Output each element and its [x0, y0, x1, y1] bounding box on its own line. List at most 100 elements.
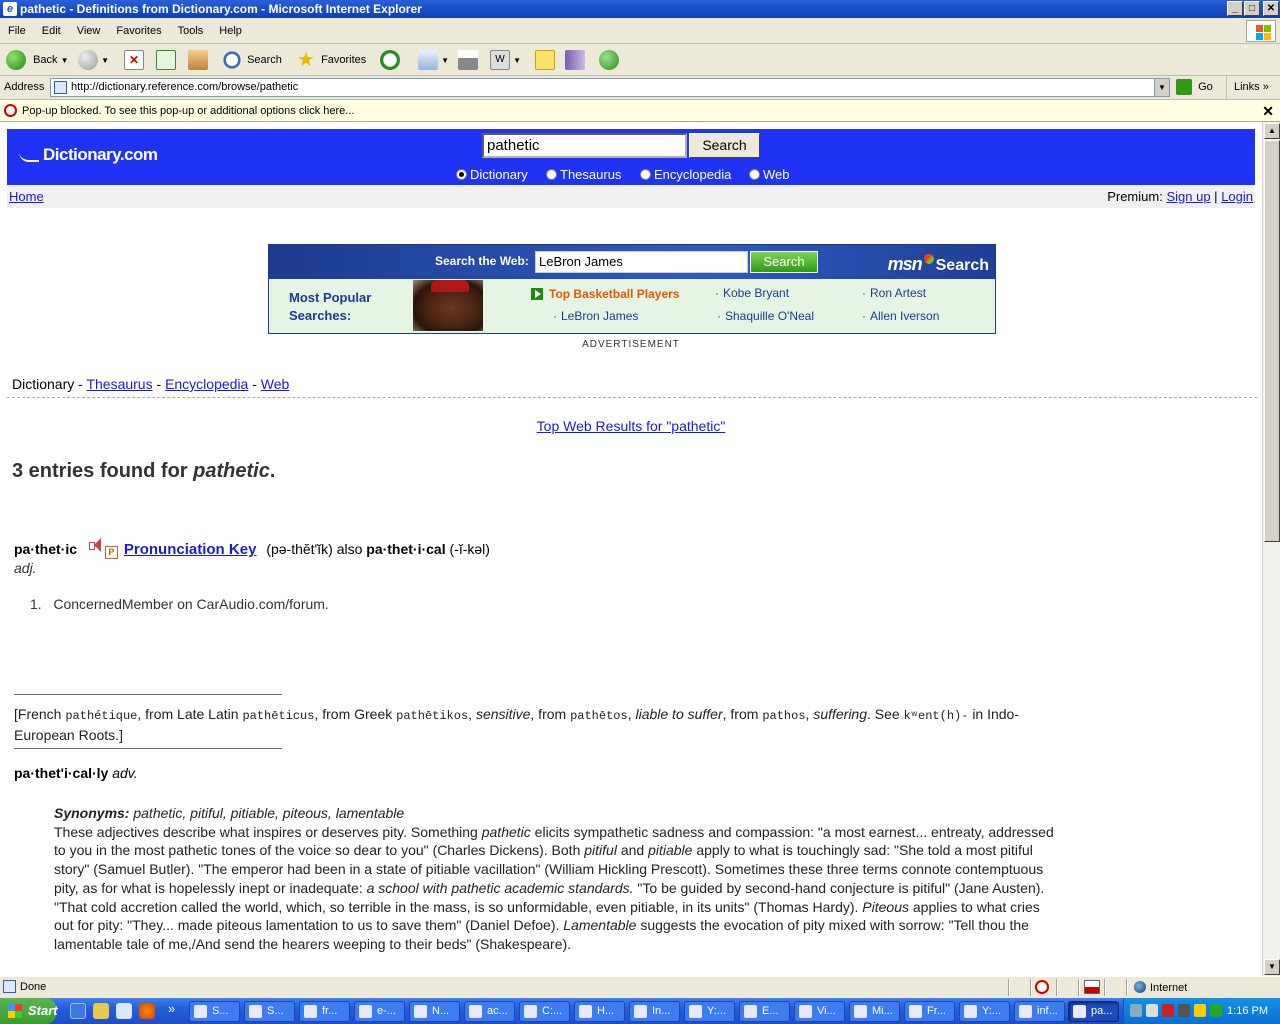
ad-link-artest[interactable]: · Ron Artest [862, 286, 926, 300]
tray-app-icon[interactable] [1146, 1004, 1158, 1017]
taskbar-item[interactable]: ac... [464, 1001, 515, 1022]
menu-edit[interactable]: Edit [34, 18, 69, 44]
taskbar-item[interactable]: S... [244, 1001, 295, 1022]
taskbar-item-active[interactable]: pa... [1068, 1001, 1119, 1022]
security-zone: Internet [1134, 981, 1187, 994]
go-button[interactable]: Go [1176, 79, 1213, 96]
taskbar-item[interactable]: E... [739, 1001, 790, 1022]
source-thesaurus-link[interactable]: Thesaurus [86, 376, 152, 392]
ad-link-shaq[interactable]: · Shaquille O'Neal [717, 309, 814, 323]
scroll-thumb[interactable] [1264, 140, 1280, 542]
radio-thesaurus[interactable]: Thesaurus [546, 167, 621, 182]
menu-view[interactable]: View [69, 18, 109, 44]
refresh-button[interactable] [156, 48, 176, 72]
dictionary-search-input[interactable]: pathetic [482, 133, 687, 158]
taskbar-item[interactable]: Vi... [794, 1001, 845, 1022]
menu-help[interactable]: Help [211, 18, 250, 44]
chevron-down-icon[interactable]: ▼ [513, 56, 521, 65]
taskbar-item[interactable]: Y:... [959, 1001, 1010, 1022]
tray-network-icon[interactable] [1130, 1004, 1142, 1017]
scroll-up-arrow-icon[interactable]: ▲ [1264, 123, 1280, 139]
pronunciation-box-icon[interactable]: P [104, 546, 118, 559]
history-button[interactable] [380, 48, 400, 72]
print-button[interactable] [458, 48, 478, 72]
ad-link-lebron[interactable]: · LeBron James [553, 309, 638, 323]
status-bar: Done Internet [0, 976, 1280, 998]
taskbar-item[interactable]: H... [574, 1001, 625, 1022]
taskbar-item[interactable]: N... [409, 1001, 460, 1022]
ad-search-button[interactable]: Search [750, 251, 818, 273]
menu-tools[interactable]: Tools [170, 18, 212, 44]
taskbar-item[interactable]: S... [189, 1001, 240, 1022]
scroll-down-arrow-icon[interactable]: ▼ [1264, 959, 1280, 975]
player-photo[interactable] [413, 280, 483, 331]
close-button[interactable]: ✕ [1263, 1, 1279, 16]
menu-favorites[interactable]: Favorites [108, 18, 169, 44]
taskbar-item[interactable]: fr... [299, 1001, 350, 1022]
home-link[interactable]: Home [9, 189, 44, 204]
radio-icon [640, 169, 651, 180]
standard-toolbar: Back ▼ ▼ ✕ Search ★ Favorites ▼ W ▼ [0, 44, 1280, 76]
messenger-button[interactable] [599, 48, 619, 72]
quicklaunch-desktop-icon[interactable] [116, 1003, 132, 1019]
taskbar-item[interactable]: inf... [1014, 1001, 1065, 1022]
close-icon[interactable]: ✕ [1262, 100, 1274, 122]
privacy-icon[interactable] [1084, 980, 1100, 994]
stop-button[interactable]: ✕ [124, 48, 144, 72]
taskbar-item[interactable]: Mi... [849, 1001, 900, 1022]
search-button[interactable]: Search [222, 48, 282, 72]
quicklaunch-ie-icon[interactable] [70, 1003, 86, 1019]
signup-link[interactable]: Sign up [1166, 189, 1210, 204]
ad-search-input[interactable]: LeBron James [535, 251, 748, 273]
radio-web[interactable]: Web [749, 167, 790, 182]
root-link[interactable]: kʷent(h)- [904, 709, 969, 723]
taskbar-item[interactable]: Fr... [904, 1001, 955, 1022]
menu-file[interactable]: File [0, 18, 34, 44]
login-link[interactable]: Login [1221, 189, 1253, 204]
taskbar-item[interactable]: Y:... [684, 1001, 735, 1022]
top-web-results-link[interactable]: Top Web Results for "pathetic" [537, 418, 726, 434]
radio-dictionary[interactable]: Dictionary [456, 167, 528, 182]
home-button[interactable] [188, 48, 208, 72]
radio-encyclopedia[interactable]: Encyclopedia [640, 167, 731, 182]
source-web-link[interactable]: Web [261, 376, 290, 392]
dictionary-search-button[interactable]: Search [689, 133, 760, 158]
mail-button[interactable]: ▼ [418, 48, 449, 72]
taskbar-item[interactable]: e-... [354, 1001, 405, 1022]
minimize-button[interactable]: _ [1227, 1, 1243, 16]
chevron-down-icon[interactable]: ▼ [101, 56, 109, 65]
links-toolbar[interactable]: Links » [1234, 81, 1269, 93]
taskbar-item[interactable]: In... [629, 1001, 680, 1022]
favorites-button[interactable]: ★ Favorites [296, 48, 366, 72]
ad-link-kobe[interactable]: · Kobe Bryant [715, 286, 789, 300]
popup-blocked-bar[interactable]: Pop-up blocked. To see this pop-up or ad… [0, 100, 1280, 122]
address-input[interactable]: http://dictionary.reference.com/browse/p… [50, 78, 1170, 97]
edit-button[interactable]: W ▼ [490, 48, 521, 72]
chevron-down-icon[interactable]: ▼ [1154, 79, 1169, 96]
forward-button[interactable]: ▼ [78, 48, 109, 72]
quicklaunch-app-icon[interactable] [93, 1003, 109, 1019]
tray-device-icon[interactable] [1178, 1004, 1190, 1017]
quicklaunch-more[interactable]: » [168, 1001, 175, 1016]
discuss-button[interactable] [535, 48, 555, 72]
back-button[interactable]: Back ▼ [6, 48, 69, 72]
research-button[interactable] [565, 48, 585, 72]
source-encyclopedia-link[interactable]: Encyclopedia [165, 376, 248, 392]
ad-link-iverson[interactable]: · Allen Iverson [862, 309, 939, 323]
windows-flag-icon [1246, 20, 1276, 42]
quicklaunch-firefox-icon[interactable] [139, 1003, 155, 1019]
tray-security-icon[interactable] [1162, 1004, 1174, 1017]
pronunciation-key-link[interactable]: Pronunciation Key [124, 541, 257, 558]
tray-monitor-icon[interactable] [1210, 1004, 1222, 1017]
chevron-down-icon[interactable]: ▼ [61, 56, 69, 65]
chevron-down-icon[interactable]: ▼ [441, 56, 449, 65]
taskbar-item[interactable]: C:... [519, 1001, 570, 1022]
vertical-scrollbar[interactable]: ▲ ▼ [1262, 122, 1280, 976]
tray-power-icon[interactable] [1194, 1004, 1206, 1017]
audio-speaker-icon[interactable] [88, 538, 103, 552]
start-button[interactable]: Start [0, 998, 58, 1024]
dictionary-logo[interactable]: Dictionary.com [19, 145, 158, 165]
ad-featured-link[interactable]: Top Basketball Players [531, 287, 680, 301]
popup-blocker-icon[interactable] [1035, 980, 1049, 994]
maximize-button[interactable]: □ [1244, 1, 1260, 16]
